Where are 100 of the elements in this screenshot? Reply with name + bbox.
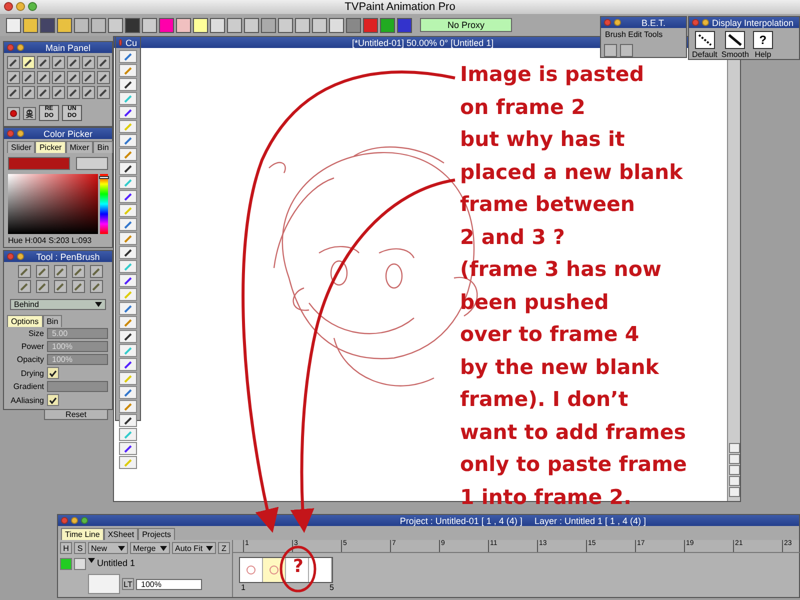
checkbox[interactable] bbox=[47, 367, 59, 379]
pen-tool-button[interactable] bbox=[54, 265, 67, 278]
panel-tab[interactable]: Bin bbox=[93, 141, 113, 153]
toolbar-tool-icon[interactable] bbox=[23, 18, 38, 32]
toolbar-tool-icon[interactable] bbox=[176, 18, 191, 32]
toolbar-tool-icon[interactable] bbox=[329, 18, 344, 32]
pen-tool-button[interactable] bbox=[36, 265, 49, 278]
drawing-tool-button[interactable] bbox=[82, 86, 95, 99]
minimize-button[interactable] bbox=[614, 19, 621, 26]
scroll-button[interactable] bbox=[728, 454, 740, 464]
record-button[interactable] bbox=[7, 106, 20, 120]
reset-button[interactable]: Reset bbox=[44, 409, 108, 420]
panel-tab[interactable]: Options bbox=[7, 315, 43, 327]
interpolation-button[interactable]: ? Help bbox=[752, 31, 773, 59]
minimize-button[interactable] bbox=[16, 2, 25, 11]
pen-tool-button[interactable] bbox=[90, 280, 103, 293]
drawing-tool-button[interactable] bbox=[67, 56, 80, 69]
toolbar-tool-icon[interactable] bbox=[142, 18, 157, 32]
drawing-tool-button[interactable] bbox=[52, 71, 65, 84]
timeline-tab[interactable]: Time Line bbox=[61, 528, 104, 540]
toolbar-tool-icon[interactable] bbox=[227, 18, 242, 32]
drawing-tool-button[interactable] bbox=[67, 71, 80, 84]
minimize-button[interactable] bbox=[71, 517, 78, 524]
pen-tool-button[interactable] bbox=[18, 280, 31, 293]
drawing-tool-button[interactable] bbox=[97, 86, 110, 99]
drawing-tool-button[interactable] bbox=[37, 71, 50, 84]
toolbar-tool-icon[interactable] bbox=[295, 18, 310, 32]
toolbar-tool-icon[interactable] bbox=[244, 18, 259, 32]
pen-tool-button[interactable] bbox=[90, 265, 103, 278]
minimize-button[interactable] bbox=[17, 253, 24, 260]
drawing-tool-button[interactable] bbox=[7, 86, 20, 99]
checkbox[interactable] bbox=[47, 394, 59, 406]
toolbar-tool-icon[interactable] bbox=[397, 18, 412, 32]
drawing-tool-button[interactable] bbox=[22, 56, 35, 69]
brush-preset-button[interactable] bbox=[119, 442, 137, 455]
toolbar-tool-icon[interactable] bbox=[278, 18, 293, 32]
toolbar-tool-icon[interactable] bbox=[125, 18, 140, 32]
minimize-button[interactable] bbox=[17, 44, 24, 51]
pen-tool-button[interactable] bbox=[72, 280, 85, 293]
drawing-tool-button[interactable] bbox=[67, 86, 80, 99]
panel-tab[interactable]: Bin bbox=[42, 315, 62, 327]
close-button[interactable] bbox=[4, 2, 13, 11]
drawing-tool-button[interactable] bbox=[22, 71, 35, 84]
color-field[interactable] bbox=[8, 174, 98, 234]
zoom-button[interactable] bbox=[28, 2, 37, 11]
toolbar-tool-icon[interactable] bbox=[312, 18, 327, 32]
drawing-tool-button[interactable] bbox=[7, 71, 20, 84]
toolbar-tool-icon[interactable] bbox=[159, 18, 174, 32]
pen-tool-button[interactable] bbox=[72, 265, 85, 278]
toolbar-tool-icon[interactable] bbox=[346, 18, 361, 32]
timeline-tab[interactable]: Projects bbox=[138, 528, 175, 540]
drawing-tool-button[interactable] bbox=[7, 56, 20, 69]
pen-tool-button[interactable] bbox=[18, 265, 31, 278]
scroll-button[interactable] bbox=[728, 476, 740, 486]
timeline-tab[interactable]: XSheet bbox=[104, 528, 138, 540]
lock-button[interactable]: LT bbox=[122, 578, 134, 590]
drawing-tool-button[interactable] bbox=[52, 86, 65, 99]
pen-tool-button[interactable] bbox=[54, 280, 67, 293]
hue-slider[interactable] bbox=[100, 174, 108, 234]
toolbar-tool-icon[interactable] bbox=[6, 18, 21, 32]
hue-thumb[interactable] bbox=[99, 176, 110, 179]
interpolation-button[interactable]: Default bbox=[692, 31, 718, 59]
layer-dropdown[interactable]: New bbox=[88, 542, 128, 554]
layer-dropdown[interactable]: Merge bbox=[130, 542, 170, 554]
toolbar-tool-icon[interactable] bbox=[108, 18, 123, 32]
toolbar-tool-icon[interactable] bbox=[210, 18, 225, 32]
panel-tab[interactable]: Slider bbox=[7, 141, 36, 153]
mode-dropdown[interactable]: Behind bbox=[10, 299, 106, 310]
drawing-tool-button[interactable] bbox=[37, 86, 50, 99]
scroll-button[interactable] bbox=[728, 487, 740, 497]
toolbar-tool-icon[interactable] bbox=[91, 18, 106, 32]
panel-tab[interactable]: Mixer bbox=[66, 141, 94, 153]
opacity-field[interactable]: 100% bbox=[136, 578, 202, 590]
checkbox[interactable] bbox=[74, 558, 86, 570]
toolbar-tool-icon[interactable] bbox=[363, 18, 378, 32]
brush-preset-button[interactable] bbox=[119, 330, 137, 343]
toolbar-tool-icon[interactable] bbox=[57, 18, 72, 32]
secondary-color-swatch[interactable] bbox=[76, 157, 108, 170]
pen-tool-button[interactable] bbox=[36, 280, 49, 293]
minimize-button[interactable] bbox=[702, 19, 709, 26]
scroll-button[interactable] bbox=[728, 465, 740, 475]
panel-tab[interactable]: Picker bbox=[35, 141, 66, 153]
brush-preset-button[interactable] bbox=[119, 274, 137, 287]
brush-preset-button[interactable] bbox=[119, 78, 137, 91]
toolbar-tool-icon[interactable] bbox=[380, 18, 395, 32]
brush-preset-button[interactable] bbox=[119, 106, 137, 119]
brush-preset-button[interactable] bbox=[119, 190, 137, 203]
interpolation-button[interactable]: Smooth bbox=[721, 31, 749, 59]
drawing-tool-button[interactable] bbox=[52, 56, 65, 69]
skull-button[interactable] bbox=[23, 106, 36, 120]
scroll-button[interactable] bbox=[728, 443, 740, 453]
drawing-tool-button[interactable] bbox=[82, 56, 95, 69]
brush-preset-button[interactable] bbox=[119, 246, 137, 259]
drawing-tool-button[interactable] bbox=[37, 56, 50, 69]
brush-preset-button[interactable] bbox=[119, 414, 137, 427]
toolbar-tool-icon[interactable] bbox=[74, 18, 89, 32]
toolbar-tool-icon[interactable] bbox=[193, 18, 208, 32]
brush-preset-button[interactable] bbox=[119, 162, 137, 175]
zoom-button[interactable] bbox=[81, 517, 88, 524]
brush-preset-button[interactable] bbox=[119, 358, 137, 371]
